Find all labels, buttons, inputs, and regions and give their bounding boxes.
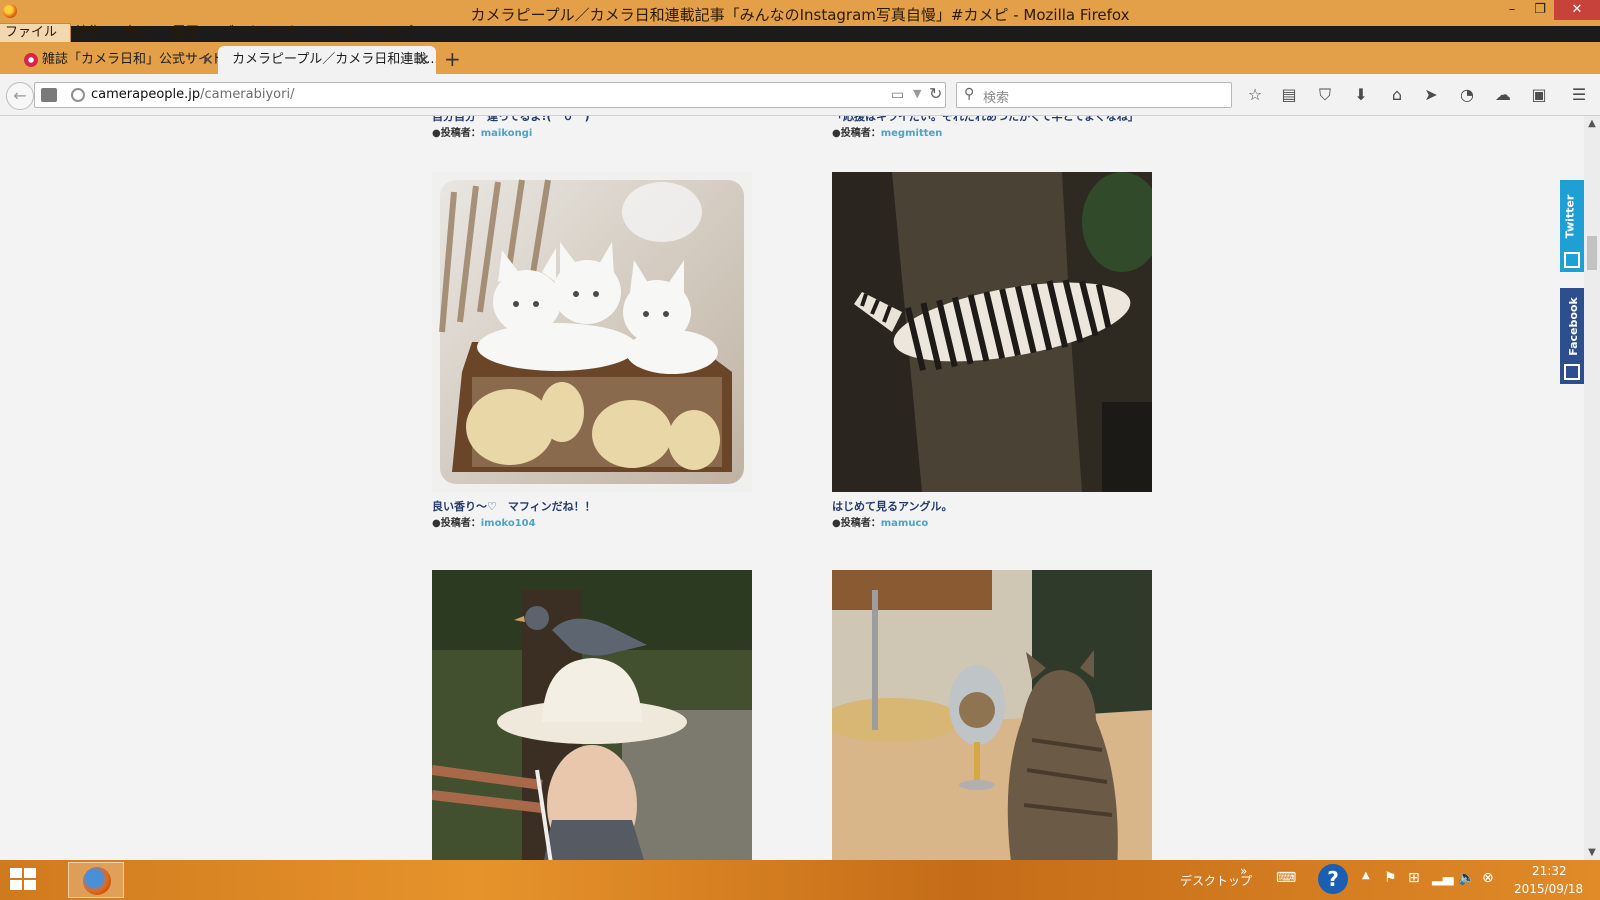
clock-time[interactable]: 21:32	[1532, 864, 1567, 878]
notification-icon[interactable]: ⊗	[1482, 870, 1494, 886]
volume-icon[interactable]: 🔈	[1458, 870, 1475, 886]
post-author: ●投稿者：megmitten	[832, 124, 942, 139]
tab-camerabiyori-official[interactable]: 雑誌「カメラ日和」公式サイト ✕	[14, 46, 220, 74]
help-icon[interactable]: ?	[1318, 864, 1348, 894]
page-viewport: 自分自分 達ってるよ!(＾０＾) ●投稿者：maikongi 「応援はキライだい…	[0, 116, 1584, 860]
tab-close-icon[interactable]: ✕	[201, 46, 214, 74]
post-caption: 良い香り〜♡ マフィンだね！！	[432, 500, 596, 513]
photo-kittens-muffins[interactable]	[432, 172, 752, 492]
navigation-toolbar: ← camerapeople.jp/camerabiyori/ ▭ ▼ ↻ ⚲ …	[0, 74, 1600, 116]
post-author: ●投稿者：mamuco	[832, 514, 928, 529]
pocket-icon[interactable]: ⛉	[1314, 84, 1336, 106]
post-caption: はじめて見るアングル。	[832, 500, 953, 513]
author-link[interactable]: megmitten	[881, 128, 943, 139]
twitter-label: Twitter	[1563, 194, 1577, 239]
url-path: /camerabiyori/	[200, 87, 295, 102]
menu-history[interactable]: 履歴(S)	[167, 24, 215, 58]
menu-bookmarks[interactable]: ブックマーク(B)	[216, 24, 310, 58]
photo-cat-mirror[interactable]	[832, 570, 1152, 860]
keyboard-icon[interactable]: ⌨	[1276, 870, 1296, 886]
twitter-icon	[1564, 252, 1580, 268]
windows-taskbar: デスクトップ » ⌨ ? ▲ ⚑ ⊞ ▂▄ 🔈 ⊗ 21:32 2015/09/…	[0, 860, 1600, 900]
page-scrollbar[interactable]: ▲ ▼	[1584, 116, 1600, 860]
chat-icon[interactable]: ☁	[1492, 84, 1514, 106]
facebook-icon	[1564, 364, 1580, 380]
author-label: ●投稿者：	[432, 518, 481, 529]
minimize-button[interactable]: –	[1498, 0, 1526, 20]
restore-button[interactable]: ❐	[1526, 0, 1554, 20]
photo-pigeon-on-hat[interactable]	[432, 570, 752, 860]
twitter-share-tab[interactable]: Twitter	[1560, 180, 1584, 272]
author-label: ●投稿者：	[432, 128, 481, 139]
menu-view[interactable]: 表示(V)	[119, 24, 168, 58]
search-icon: ⚲	[964, 86, 975, 102]
address-bar[interactable]: camerapeople.jp/camerabiyori/ ▭ ▼ ↻	[34, 82, 946, 108]
site-identity-icon[interactable]	[41, 88, 57, 102]
author-label: ●投稿者：	[832, 128, 881, 139]
search-placeholder: 検索	[983, 91, 1010, 106]
reader-view-icon[interactable]: ▭	[891, 87, 904, 103]
network-signal-icon[interactable]: ▂▄	[1432, 870, 1454, 886]
bookmarks-menu-icon[interactable]: ▤	[1278, 84, 1300, 106]
tab-label: 雑誌「カメラ日和」公式サイト	[42, 52, 220, 67]
facebook-label: Facebook	[1566, 297, 1580, 356]
window-titlebar: カメラピープル／カメラ日和連載記事「みんなのInstagram写真自慢」#カメピ…	[0, 0, 1600, 26]
window-title: カメラピープル／カメラ日和連載記事「みんなのInstagram写真自慢」#カメピ…	[470, 6, 1130, 24]
firefox-icon	[83, 867, 111, 895]
hamburger-menu-icon[interactable]: ☰	[1568, 84, 1590, 106]
facebook-share-tab[interactable]: Facebook	[1560, 288, 1584, 384]
send-icon[interactable]: ➤	[1420, 84, 1442, 106]
back-button[interactable]: ←	[6, 82, 34, 110]
globe-icon	[71, 88, 85, 102]
post-caption: 「応援はキライだい。それだれあつたかくて半とてまくなね」	[832, 116, 1139, 123]
show-hidden-icons-icon[interactable]: ▲	[1362, 870, 1370, 881]
windows-start-icon[interactable]	[10, 868, 38, 892]
taskbar-firefox-button[interactable]	[68, 862, 124, 898]
menu-edit[interactable]: 編集(E)	[70, 24, 118, 58]
scroll-down-icon[interactable]: ▼	[1584, 847, 1600, 858]
tab-strip: 雑誌「カメラ日和」公式サイト ✕ カメラピープル／カメラ日和連載... ✕ +	[0, 42, 1600, 74]
scroll-up-icon[interactable]: ▲	[1584, 118, 1600, 129]
menu-tools[interactable]: ツール(T)	[310, 24, 369, 58]
history-icon[interactable]: ◔	[1456, 84, 1478, 106]
url-domain: camerapeople.jp	[91, 87, 201, 102]
post-caption: 自分自分 達ってるよ!(＾０＾)	[432, 116, 590, 123]
close-window-button[interactable]: ✕	[1554, 0, 1600, 20]
author-label: ●投稿者：	[832, 518, 881, 529]
menu-file[interactable]: ファイル(F)	[0, 23, 72, 58]
windows-icon[interactable]: ⊞	[1408, 870, 1420, 886]
photo-zebra-from-above[interactable]	[832, 172, 1152, 492]
author-link[interactable]: imoko104	[481, 518, 536, 529]
search-bar[interactable]: ⚲ 検索	[956, 82, 1232, 108]
home-icon[interactable]: ⌂	[1386, 84, 1408, 106]
flag-icon[interactable]: ⚑	[1384, 870, 1397, 886]
toolbar-chevron-icon[interactable]: »	[1240, 864, 1247, 878]
post-author: ●投稿者：maikongi	[432, 124, 532, 139]
tab-camerapeople-active[interactable]: カメラピープル／カメラ日和連載... ✕	[218, 46, 436, 74]
menu-bar: ファイル(F) 編集(E) 表示(V) 履歴(S) ブックマーク(B) ツール(…	[0, 23, 430, 58]
tab-close-icon[interactable]: ✕	[417, 46, 430, 74]
history-dropdown-icon[interactable]: ▼	[913, 87, 921, 100]
tab-label: カメラピープル／カメラ日和連載...	[232, 52, 436, 67]
sidebar-icon[interactable]: ▣	[1528, 84, 1550, 106]
clock-date[interactable]: 2015/09/18	[1514, 882, 1583, 896]
author-link[interactable]: maikongi	[481, 128, 533, 139]
menu-help[interactable]: ヘルプ(H)	[369, 24, 430, 58]
site-favicon-icon	[24, 53, 38, 67]
reload-icon[interactable]: ↻	[929, 84, 942, 103]
bookmark-star-icon[interactable]: ☆	[1244, 84, 1266, 106]
author-link[interactable]: mamuco	[881, 518, 929, 529]
url-text[interactable]: camerapeople.jp/camerabiyori/	[91, 87, 294, 102]
new-tab-button[interactable]: +	[444, 46, 461, 72]
post-author: ●投稿者：imoko104	[432, 514, 536, 529]
scrollbar-thumb[interactable]	[1587, 236, 1597, 270]
downloads-icon[interactable]: ⬇	[1350, 84, 1372, 106]
